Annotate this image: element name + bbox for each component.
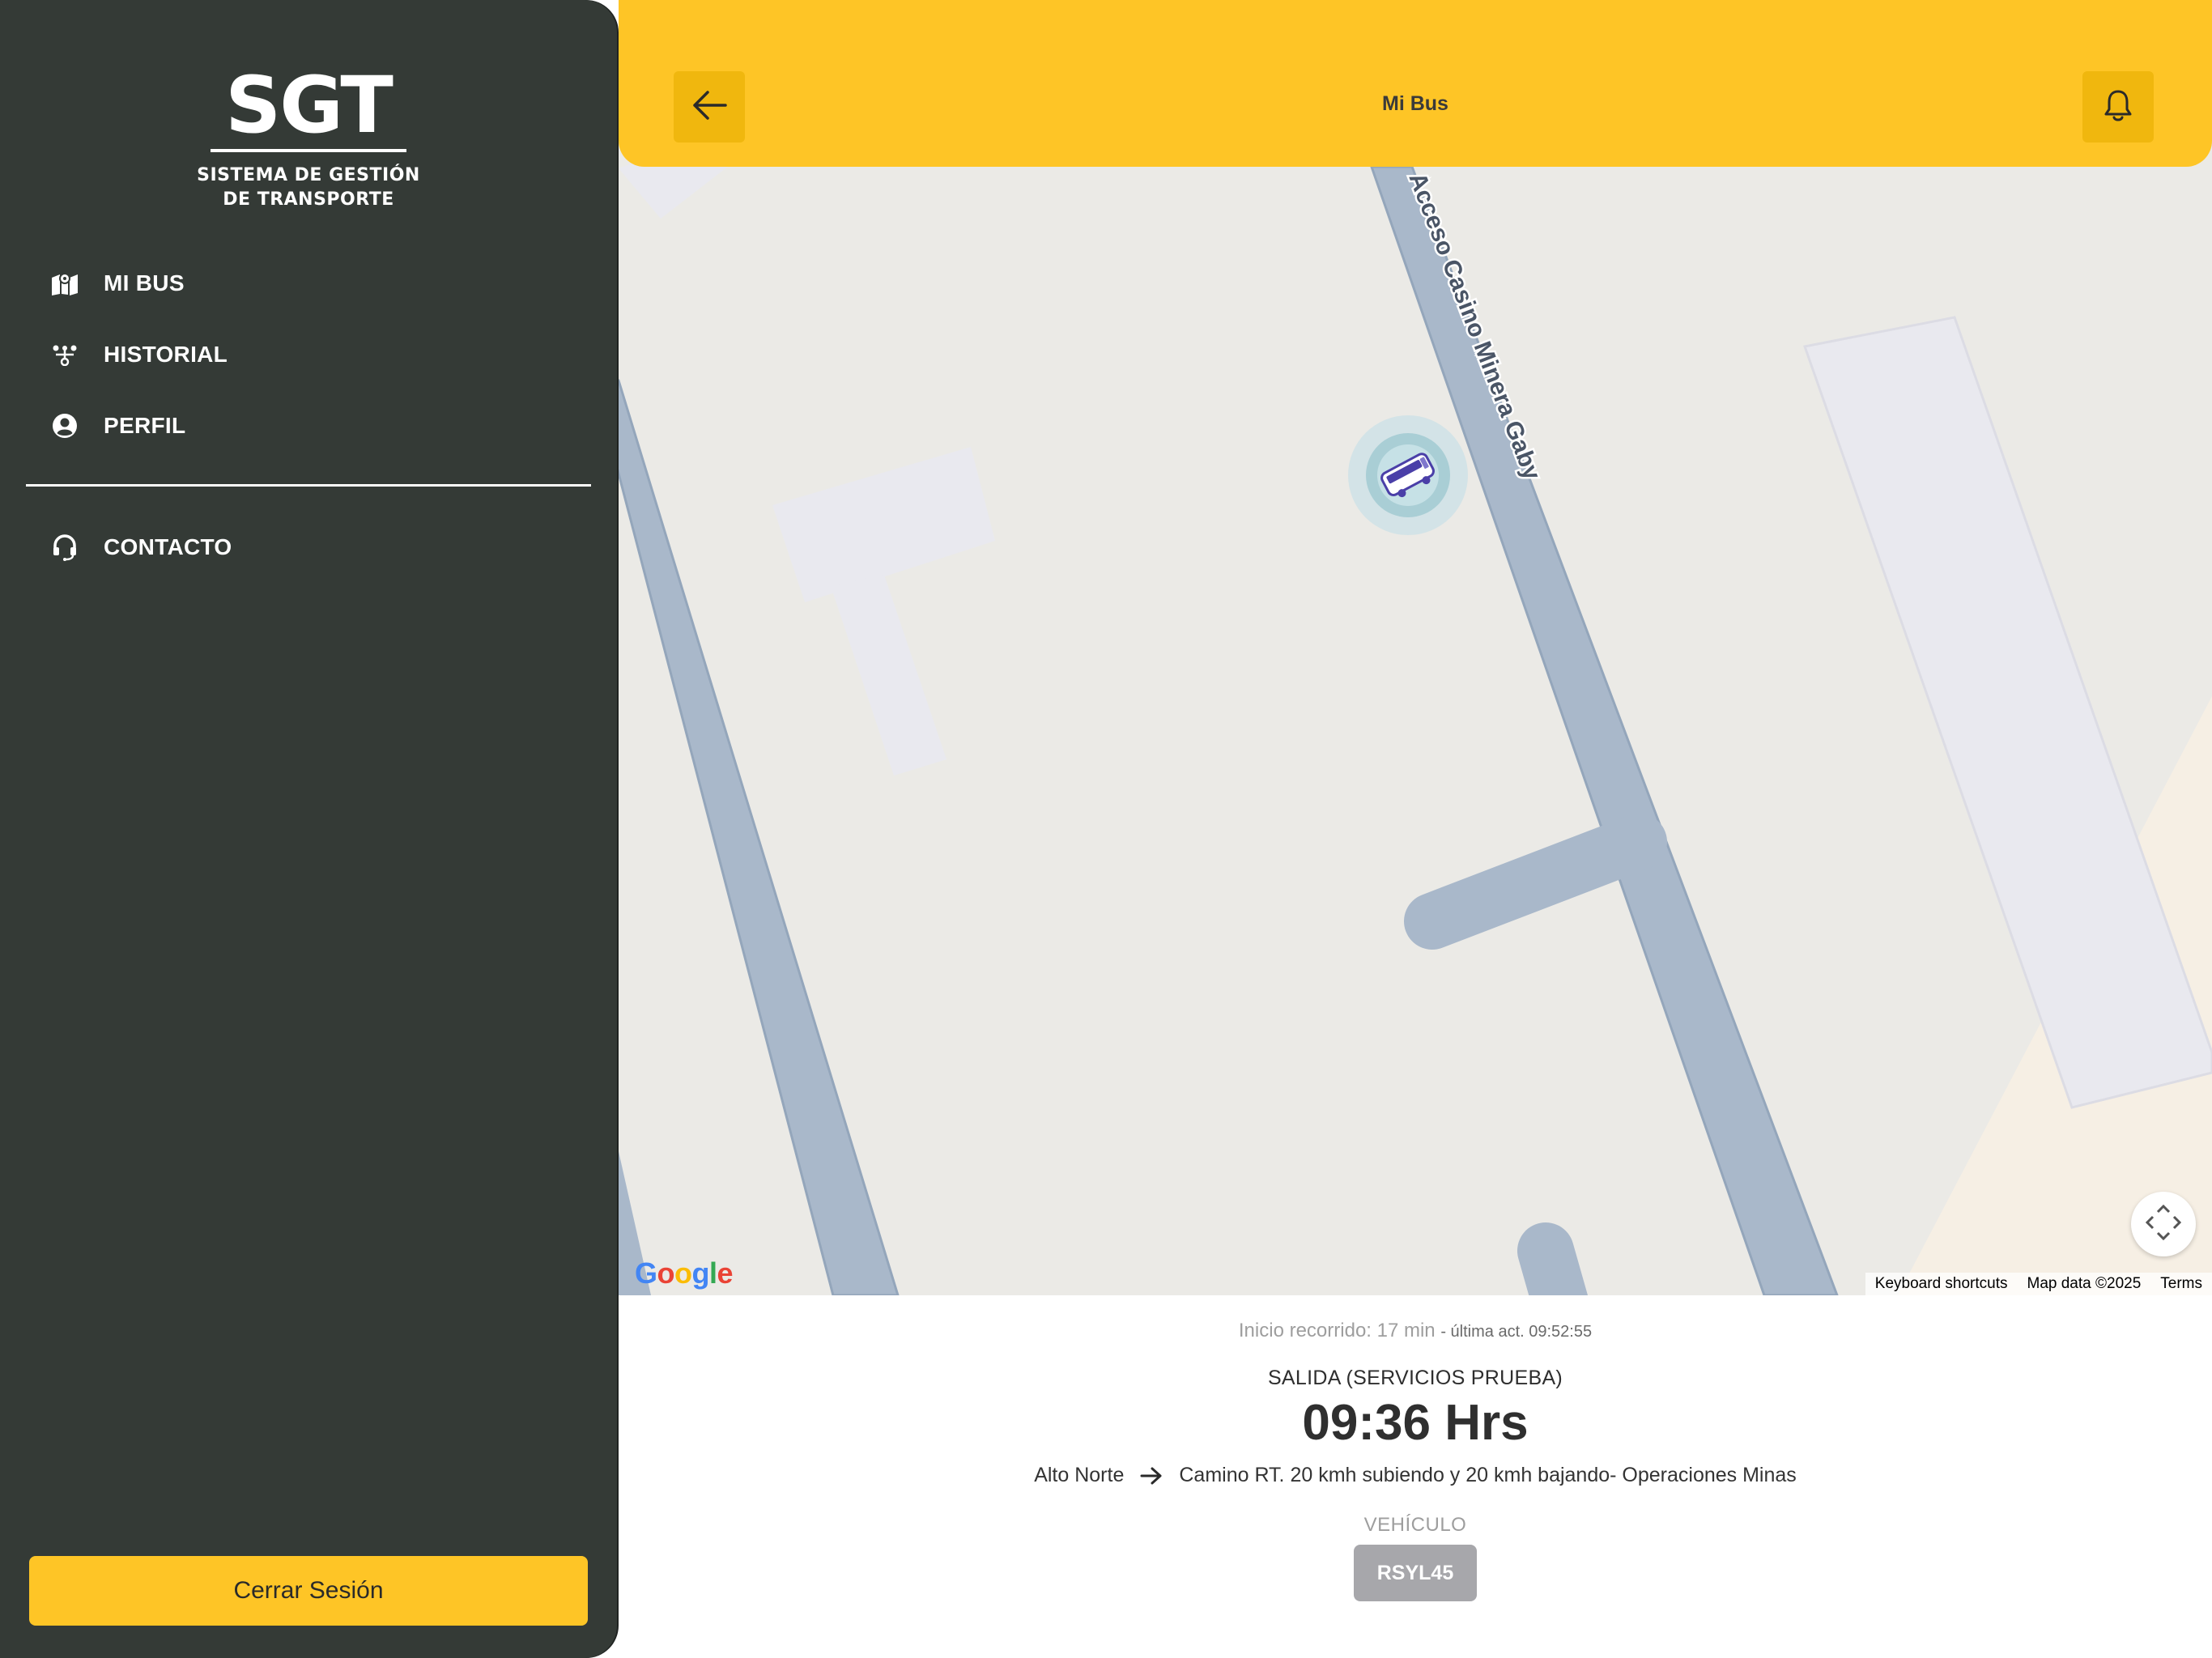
keyboard-shortcuts-link[interactable]: Keyboard shortcuts xyxy=(1865,1275,2018,1293)
logo-mark: SGT xyxy=(225,60,393,151)
trip-start-text: Inicio recorrido: 17 min xyxy=(1238,1320,1436,1341)
map-attribution: Keyboard shortcuts Map data ©2025 Terms xyxy=(1865,1273,2212,1295)
sidebar: SGT SISTEMA DE GESTIÓN DE TRANSPORTE MI … xyxy=(0,0,617,1658)
sidebar-item-label: PERFIL xyxy=(104,413,186,438)
logo-line-2: DE TRANSPORTE xyxy=(223,189,394,210)
map-view[interactable]: Acceso Casino Minera Gaby Google Keyboar… xyxy=(619,0,2212,1295)
user-circle-icon xyxy=(49,410,81,442)
trip-route: Alto Norte Camino RT. 20 kmh subiendo y … xyxy=(619,1464,2212,1487)
logo-line-1: SISTEMA DE GESTIÓN xyxy=(197,165,420,185)
arrow-right-icon xyxy=(1140,1466,1163,1486)
trip-meta: Inicio recorrido: 17 min - última act. 0… xyxy=(619,1320,2212,1342)
sidebar-item-contacto[interactable]: CONTACTO xyxy=(49,525,232,570)
top-header: Mi Bus xyxy=(619,0,2212,167)
vehicle-label: VEHÍCULO xyxy=(1363,1514,1467,1536)
departure-label: SALIDA (SERVICIOS PRUEBA) xyxy=(1267,1367,1563,1389)
logout-button[interactable]: Cerrar Sesión xyxy=(29,1556,588,1626)
recenter-icon xyxy=(2145,1204,2182,1245)
bus-location-marker[interactable] xyxy=(1347,414,1469,536)
sidebar-item-label: HISTORIAL xyxy=(104,342,228,367)
route-destination: Camino RT. 20 kmh subiendo y 20 kmh baja… xyxy=(1179,1464,1797,1486)
route-icon xyxy=(49,338,81,371)
bell-icon xyxy=(2102,87,2134,127)
route-origin: Alto Norte xyxy=(1034,1464,1125,1486)
departure-time: 09:36 Hrs xyxy=(1302,1395,1529,1451)
last-update-text: - última act. 09:52:55 xyxy=(1440,1323,1593,1341)
page-title: Mi Bus xyxy=(1382,92,1448,115)
trip-info-panel: Inicio recorrido: 17 min - última act. 0… xyxy=(619,1295,2212,1658)
sidebar-item-perfil[interactable]: PERFIL xyxy=(49,403,185,449)
notifications-button[interactable] xyxy=(2082,71,2154,142)
headset-icon xyxy=(49,531,81,563)
recenter-button[interactable] xyxy=(2131,1192,2196,1256)
sidebar-item-mi-bus[interactable]: MI BUS xyxy=(49,261,185,306)
sidebar-item-label: MI BUS xyxy=(104,270,185,295)
sidebar-item-historial[interactable]: HISTORIAL xyxy=(49,332,228,377)
google-logo: Google xyxy=(635,1256,734,1290)
map-tiles: Acceso Casino Minera Gaby xyxy=(619,113,2212,1295)
vehicle-plate-badge: RSYL45 xyxy=(1354,1545,1477,1601)
map-data-text: Map data ©2025 xyxy=(2027,1275,2142,1292)
app-logo: SGT SISTEMA DE GESTIÓN DE TRANSPORTE xyxy=(0,65,617,212)
terms-link[interactable]: Terms xyxy=(2150,1275,2212,1293)
map-icon xyxy=(49,267,81,300)
sidebar-item-label: CONTACTO xyxy=(104,534,232,559)
sidebar-divider xyxy=(26,484,591,487)
